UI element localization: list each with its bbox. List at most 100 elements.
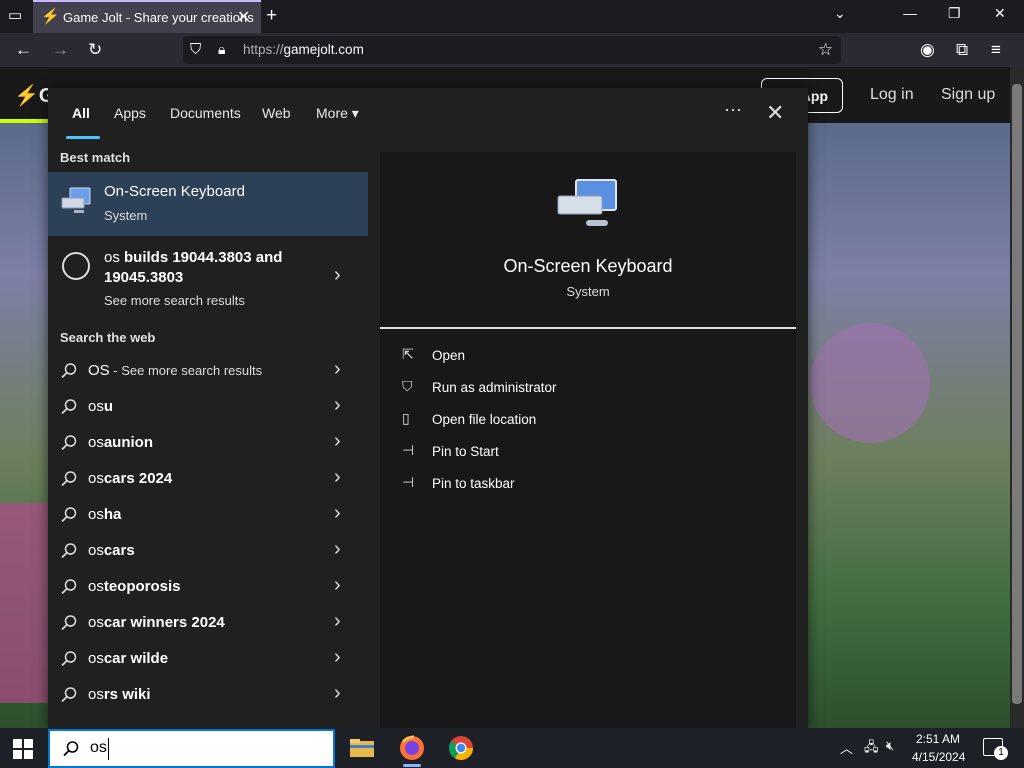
web-result-label: oscar winners 2024 <box>88 614 225 631</box>
tab-more[interactable]: More ▾ <box>316 105 359 122</box>
web-result-item[interactable]: oscar winners 2024 › <box>48 606 368 642</box>
tracking-protection-icon[interactable]: ⛉ <box>190 41 201 58</box>
web-result-item[interactable]: osaunion › <box>48 426 368 462</box>
search-icon <box>61 399 77 415</box>
detail-action-label: Run as administrator <box>432 380 557 395</box>
tab-close-icon[interactable]: ✕ <box>237 7 250 27</box>
restore-icon[interactable]: ❐ <box>948 5 961 22</box>
file-location-icon: ▯ <box>402 410 410 426</box>
chrome-icon[interactable] <box>446 733 476 763</box>
search-results-list: Best match On-Screen Keyboard System os … <box>48 140 370 728</box>
builds-result[interactable]: os builds 19044.3803 and 19045.3803 See … <box>48 238 368 316</box>
clock-time[interactable]: 2:51 AM <box>916 732 960 746</box>
lock-icon[interactable]: 🔒︎ <box>218 41 225 58</box>
account-icon[interactable]: ◉ <box>920 40 935 60</box>
close-icon[interactable]: ✕ <box>766 100 784 126</box>
search-icon <box>61 471 77 487</box>
windows-start-icon[interactable] <box>12 738 34 760</box>
extensions-icon[interactable]: ⧉ <box>956 40 968 60</box>
web-result-label: oscar wilde <box>88 650 168 667</box>
taskbar-search-input[interactable]: os <box>48 729 335 768</box>
web-result-item[interactable]: oscars 2024 › <box>48 462 368 498</box>
chevron-right-icon: › <box>334 574 341 596</box>
firefox-icon[interactable] <box>397 733 427 763</box>
chat-bubble-icon <box>62 252 90 280</box>
reload-icon[interactable]: ↻ <box>88 40 102 60</box>
bookmark-star-icon[interactable]: ☆ <box>818 40 833 60</box>
list-all-tabs-icon[interactable]: ⌄ <box>834 5 846 22</box>
detail-action-pin-to-start[interactable]: ⊣ Pin to Start <box>400 440 760 468</box>
web-result-item[interactable]: OS - See more search results › <box>48 354 368 390</box>
network-icon[interactable]: 🖧︎ <box>864 738 879 760</box>
web-result-label: osu <box>88 398 113 415</box>
query-suggestion: u <box>103 398 114 415</box>
query-prefix: os <box>88 398 104 415</box>
builds-result-title: os builds 19044.3803 and 19045.3803 <box>104 248 324 288</box>
best-match-heading: Best match <box>60 150 131 165</box>
volume-muted-icon[interactable]: 🔇︎ <box>886 738 894 754</box>
search-icon <box>61 435 77 451</box>
signup-link[interactable]: Sign up <box>941 86 995 104</box>
firefox-active-indicator <box>403 764 421 767</box>
detail-action-run-as-administrator[interactable]: ⛉ Run as administrator <box>400 376 760 404</box>
tab-list-icon[interactable]: ▭ <box>8 6 22 24</box>
web-result-item[interactable]: osha › <box>48 498 368 534</box>
new-tab-icon[interactable]: + <box>266 5 277 27</box>
search-icon <box>63 741 79 757</box>
tab-documents[interactable]: Documents <box>170 105 241 121</box>
page-scrollbar-thumb[interactable] <box>1012 84 1022 704</box>
query-suggestion: teoporosis <box>103 578 181 595</box>
back-icon[interactable]: ← <box>15 40 32 60</box>
web-result-label: oscars 2024 <box>88 470 172 487</box>
tab-web[interactable]: Web <box>262 105 291 121</box>
tab-all[interactable]: All <box>72 105 90 121</box>
web-result-item[interactable]: osu › <box>48 390 368 426</box>
web-result-item[interactable]: osteoporosis › <box>48 570 368 606</box>
url-text[interactable]: https://gamejolt.com <box>243 42 364 57</box>
query-suggestion: ha <box>103 506 122 523</box>
open-icon: ⇱ <box>402 346 414 362</box>
window-close-icon[interactable]: ✕ <box>994 5 1006 22</box>
search-icon <box>61 615 77 631</box>
query-suggestion: rs wiki <box>103 686 151 703</box>
tab-title: Game Jolt - Share your creations <box>63 10 254 25</box>
tab-more-label: More <box>316 105 348 121</box>
menu-icon[interactable]: ≡ <box>991 40 1001 60</box>
gamejolt-favicon-icon: ⚡ <box>41 8 60 25</box>
query-prefix: os <box>88 686 104 703</box>
chevron-right-icon: › <box>334 466 341 488</box>
web-result-item[interactable]: osrs wiki › <box>48 678 368 714</box>
more-options-icon[interactable]: ⋯ <box>724 100 743 121</box>
detail-action-open[interactable]: ⇱ Open <box>400 344 760 372</box>
web-result-item[interactable]: oscars › <box>48 534 368 570</box>
login-link[interactable]: Log in <box>870 86 914 104</box>
query-prefix: os <box>88 470 104 487</box>
clock-date[interactable]: 4/15/2024 <box>912 750 965 764</box>
forward-icon[interactable]: → <box>52 40 69 60</box>
builds-prefix: os <box>104 249 120 266</box>
web-result-label: osteoporosis <box>88 578 181 595</box>
chevron-right-icon: › <box>334 682 341 704</box>
best-match-result[interactable]: On-Screen Keyboard System <box>48 172 368 236</box>
query-extra: - See more search results <box>109 363 263 378</box>
detail-action-open-file-location[interactable]: ▯ Open file location <box>400 408 760 436</box>
web-result-label: osha <box>88 506 121 523</box>
query-prefix: os <box>88 542 104 559</box>
show-hidden-icons-chevron-icon[interactable]: ︿ <box>840 738 853 757</box>
search-icon <box>61 687 77 703</box>
detail-action-pin-to-taskbar[interactable]: ⊣ Pin to taskbar <box>400 472 760 500</box>
shield-run-icon: ⛉ <box>402 378 413 394</box>
web-result-item[interactable]: oscar wilde › <box>48 642 368 678</box>
browser-tab-bar: ▭ ⚡ Game Jolt - Share your creations ✕ +… <box>0 0 1024 33</box>
browser-tab[interactable]: ⚡ Game Jolt - Share your creations ✕ <box>33 0 261 33</box>
file-explorer-icon[interactable] <box>347 733 377 763</box>
chevron-right-icon: › <box>334 358 341 380</box>
chevron-right-icon: › <box>334 502 341 524</box>
web-result-label: osaunion <box>88 434 153 451</box>
search-icon <box>61 651 77 667</box>
minimize-icon[interactable]: — <box>903 5 917 21</box>
query-prefix: os <box>88 578 104 595</box>
chevron-right-icon: › <box>334 394 341 416</box>
tab-apps[interactable]: Apps <box>114 105 146 121</box>
active-tab-indicator <box>66 136 100 139</box>
